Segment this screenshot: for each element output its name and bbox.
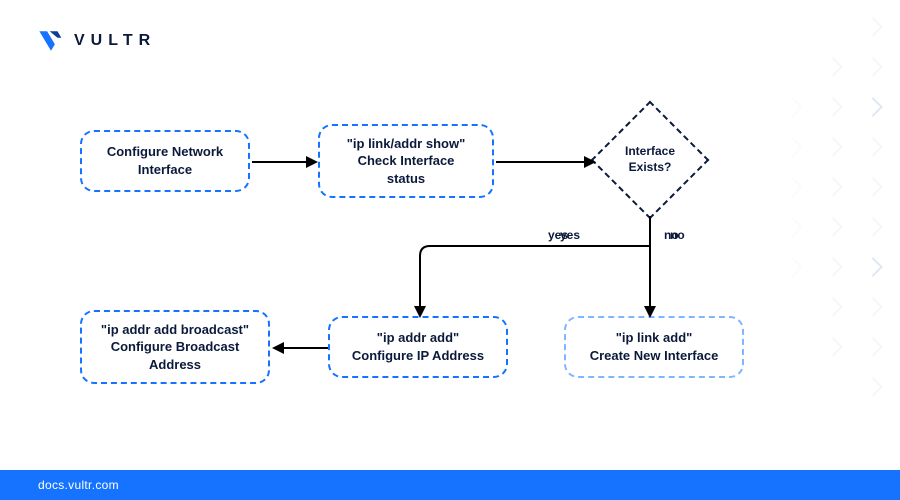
decision-text: Exists? [625,160,675,176]
node-configure-broadcast: "ip addr add broadcast" Configure Broadc… [80,310,270,384]
node-text: Configure Broadcast [111,338,240,356]
arrow-n4-n5 [272,338,328,358]
node-text: Check Interface [358,152,455,170]
footer-bar: docs.vultr.com [0,470,900,500]
arrow-n2-decision [496,152,596,172]
decision-text: Interface [625,144,675,160]
node-text: Interface [138,161,192,179]
footer-host: docs.vultr.com [38,478,119,492]
node-text: "ip link add" [616,329,693,347]
decision-interface-exists: Interface Exists? [590,100,710,220]
node-text: "ip addr add" [377,329,459,347]
node-configure-ip-address: "ip addr add" Configure IP Address [328,316,508,378]
node-text: "ip addr add broadcast" [101,321,249,339]
decor-chevrons-3 [786,100,800,274]
arrow-decision-branches [410,216,670,318]
decor-chevrons-2 [826,60,840,354]
node-text: Configure Network [107,143,223,161]
node-text: Address [149,356,201,374]
diagram-canvas: { "brand": { "name": "VULTR", "footer_ho… [0,0,900,500]
node-text: status [387,170,425,188]
node-text: Create New Interface [590,347,719,365]
node-create-new-interface: "ip link add" Create New Interface [564,316,744,378]
arrow-n1-n2 [252,152,318,172]
node-check-interface-status: "ip link/addr show" Check Interface stat… [318,124,494,198]
brand-name: VULTR [74,32,156,50]
edge-label-yes-2: yes [548,228,568,242]
vultr-logo-icon [38,30,64,52]
edge-label-no-2: no [664,228,679,242]
brand-logo: VULTR [38,30,156,52]
node-configure-network-interface: Configure Network Interface [80,130,250,192]
node-text: "ip link/addr show" [347,135,466,153]
node-text: Configure IP Address [352,347,484,365]
decor-chevrons [866,20,880,394]
